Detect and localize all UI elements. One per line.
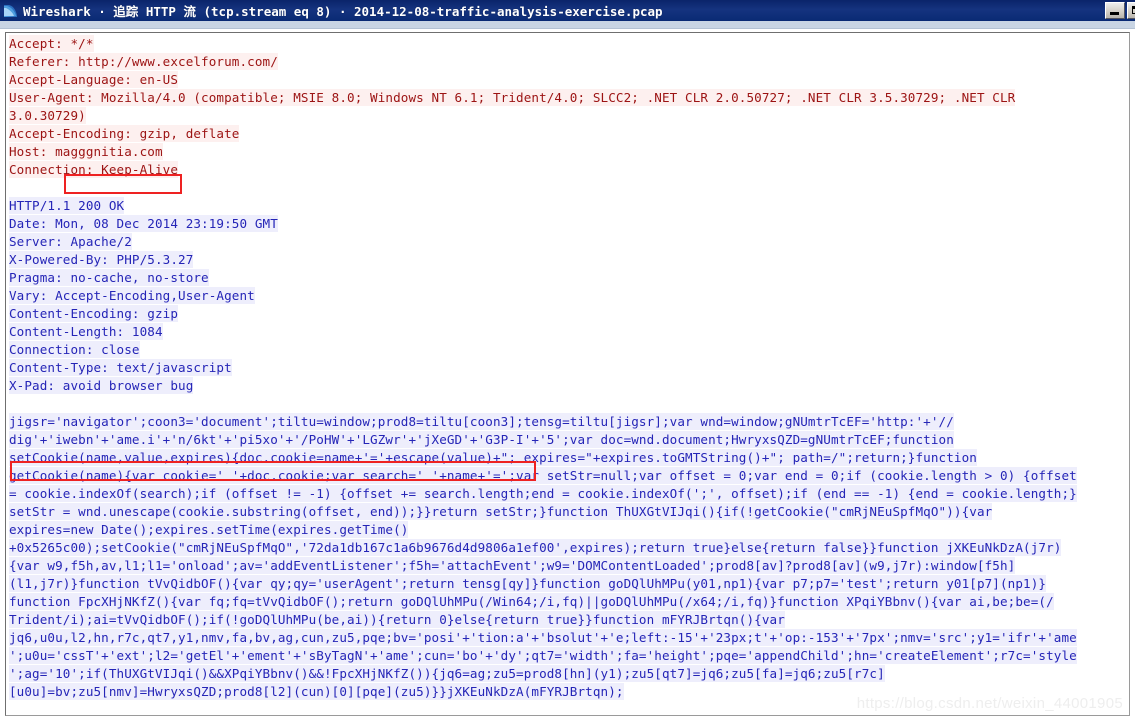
http-response-body-line: = cookie.indexOf(search);if (offset != -… [9,485,1129,503]
http-response-header-line-text: Date: Mon, 08 Dec 2014 23:19:50 GMT [9,215,278,232]
http-response-body-line: setCookie(name,value,expires){doc.cookie… [9,449,1129,467]
http-response-body-line-text: [u0u]=bv;zu5[nmv]=HwryxsQZD;prod8[l2](cu… [9,683,624,700]
http-request-line-text: User-Agent: Mozilla/4.0 (compatible; MSI… [9,89,1016,106]
watermark-text: https://blog.csdn.net/weixin_44001905 [856,695,1123,712]
window-title: Wireshark · 追踪 HTTP 流 (tcp.stream eq 8) … [23,4,663,19]
http-request-line-text: Accept: */* [9,35,94,52]
minimize-button[interactable] [1105,2,1125,19]
http-request-line: 3.0.30729) [9,107,1129,125]
http-response-body-line: setStr = wnd.unescape(cookie.substring(o… [9,503,1129,521]
http-response-header-line: Content-Type: text/javascript [9,359,1129,377]
http-response-body-line-text: function FpcXHjNKfZ(){var fq;fq=tVvQidbO… [9,593,1054,610]
http-response-body-line-text: dig'+'iwebn'+'ame.i'+'n/6kt'+'pi5xo'+'/P… [9,431,954,448]
http-response-header-line-text: Server: Apache/2 [9,233,132,250]
stream-content-pane[interactable]: Accept: */* Referer: http://www.excelforu… [5,32,1130,716]
window-controls[interactable] [1105,2,1135,19]
http-response-body-line-text: = cookie.indexOf(search);if (offset != -… [9,485,1077,502]
http-request-line-text: Accept-Language: en-US [9,71,179,88]
http-response-header-line-text: Content-Type: text/javascript [9,359,232,376]
http-response-header-line: Connection: close [9,341,1129,359]
http-response-header-line-text: Content-Length: 1084 [9,323,163,340]
http-response-body-line-text: setStr = wnd.unescape(cookie.substring(o… [9,503,993,520]
http-response-header-line: Server: Apache/2 [9,233,1129,251]
wireshark-icon [3,3,19,19]
http-response-body-line-text: ';ag='10';if(ThUXGtVIJqi()&&XPqiYBbnv()&… [9,665,885,682]
http-response-header-line-text: Content-Encoding: gzip [9,305,179,322]
http-request-line: Connection: Keep-Alive [9,161,1129,179]
http-response-body-line-text: (l1,j7r)}function tVvQidbOF(){var qy;qy=… [9,575,1047,592]
http-request-line: User-Agent: Mozilla/4.0 (compatible; MSI… [9,89,1129,107]
http-response-body-line: +0x5265c00);setCookie("cmRjNEuSpfMqO",'7… [9,539,1129,557]
http-response-body-line: getCookie(name){var cookie=' '+doc.cooki… [9,467,1129,485]
http-response-body-line: jq6,u0u,l2,hn,r7c,qt7,y1,nmv,fa,bv,ag,cu… [9,629,1129,647]
http-response-header-line: Content-Length: 1084 [9,323,1129,341]
http-response-body-line-text: {var w9,f5h,av,l1;l1='onload';av='addEve… [9,557,1016,574]
http-response-body-line-text: ';u0u='cssT'+'ext';l2='getEl'+'ement'+'s… [9,647,1077,664]
http-request-line: Accept-Language: en-US [9,71,1129,89]
http-request-line-text: Referer: http://www.excelforum.com/ [9,53,278,70]
http-response-body-line: Trident/i);ai=tVvQidbOF();if(!goDQlUhMPu… [9,611,1129,629]
http-response-body-line-text: expires=new Date();expires.setTime(expir… [9,521,409,538]
stream-text-container: Accept: */* Referer: http://www.excelforu… [6,33,1129,715]
http-response-header-line-text: X-Powered-By: PHP/5.3.27 [9,251,194,268]
http-response-body-line: ';u0u='cssT'+'ext';l2='getEl'+'ement'+'s… [9,647,1129,665]
http-response-header-line: Pragma: no-cache, no-store [9,269,1129,287]
http-response-body-line-text: Trident/i);ai=tVvQidbOF();if(!goDQlUhMPu… [9,611,785,628]
http-response-header-line: HTTP/1.1 200 OK [9,197,1129,215]
minimize-icon [1110,12,1119,15]
http-response-body-line: expires=new Date();expires.setTime(expir… [9,521,1129,539]
http-request-line: Referer: http://www.excelforum.com/ [9,53,1129,71]
http-response-body-line: dig'+'iwebn'+'ame.i'+'n/6kt'+'pi5xo'+'/P… [9,431,1129,449]
http-response-body-line: (l1,j7r)}function tVvQidbOF(){var qy;qy=… [9,575,1129,593]
http-request-line-text: Accept-Encoding: gzip, deflate [9,125,240,142]
maximize-button[interactable] [1127,2,1135,19]
http-response-body-line-text: jq6,u0u,l2,hn,r7c,qt7,y1,nmv,fa,bv,ag,cu… [9,629,1077,646]
http-response-body-block: jigsr='navigator';coon3='document';tiltu… [9,413,1129,701]
http-response-header-line: X-Pad: avoid browser bug [9,377,1129,395]
http-request-line-text: Connection: Keep-Alive [9,161,179,178]
title-bar: Wireshark · 追踪 HTTP 流 (tcp.stream eq 8) … [0,0,1135,21]
http-response-body-line-text: +0x5265c00);setCookie("cmRjNEuSpfMqO",'7… [9,539,1062,556]
http-request-line-text: Host: magggnitia.com [9,143,163,160]
http-response-header-line: Date: Mon, 08 Dec 2014 23:19:50 GMT [9,215,1129,233]
toolbar-strip [0,21,1135,29]
http-response-headers-block: HTTP/1.1 200 OK Date: Mon, 08 Dec 2014 23… [9,197,1129,395]
http-response-body-line: {var w9,f5h,av,l1;l1='onload';av='addEve… [9,557,1129,575]
http-response-body-line-text: setCookie(name,value,expires){doc.cookie… [9,449,977,466]
http-response-header-line-text: Connection: close [9,341,140,358]
http-response-header-line: Content-Encoding: gzip [9,305,1129,323]
http-response-header-line-text: Pragma: no-cache, no-store [9,269,209,286]
http-response-header-line: Vary: Accept-Encoding,User-Agent [9,287,1129,305]
blank-separator-1 [9,179,1129,197]
http-response-body-line: ';ag='10';if(ThUXGtVIJqi()&&XPqiYBbnv()&… [9,665,1129,683]
http-response-body-line-text: getCookie(name){var cookie=' '+doc.cooki… [9,467,1077,484]
http-request-block: Accept: */* Referer: http://www.excelforu… [9,35,1129,179]
blank-separator-2 [9,395,1129,413]
http-response-header-line: X-Powered-By: PHP/5.3.27 [9,251,1129,269]
http-response-body-line: jigsr='navigator';coon3='document';tiltu… [9,413,1129,431]
http-request-line-text: 3.0.30729) [9,107,86,124]
http-response-body-line-text: jigsr='navigator';coon3='document';tiltu… [9,413,954,430]
http-request-line: Host: magggnitia.com [9,143,1129,161]
http-response-header-line-text: X-Pad: avoid browser bug [9,377,194,394]
http-response-header-line-text: HTTP/1.1 200 OK [9,197,125,214]
http-response-header-line-text: Vary: Accept-Encoding,User-Agent [9,287,255,304]
http-request-line: Accept: */* [9,35,1129,53]
wireshark-follow-stream-window: Wireshark · 追踪 HTTP 流 (tcp.stream eq 8) … [0,0,1135,716]
http-request-line: Accept-Encoding: gzip, deflate [9,125,1129,143]
http-response-body-line: function FpcXHjNKfZ(){var fq;fq=tVvQidbO… [9,593,1129,611]
